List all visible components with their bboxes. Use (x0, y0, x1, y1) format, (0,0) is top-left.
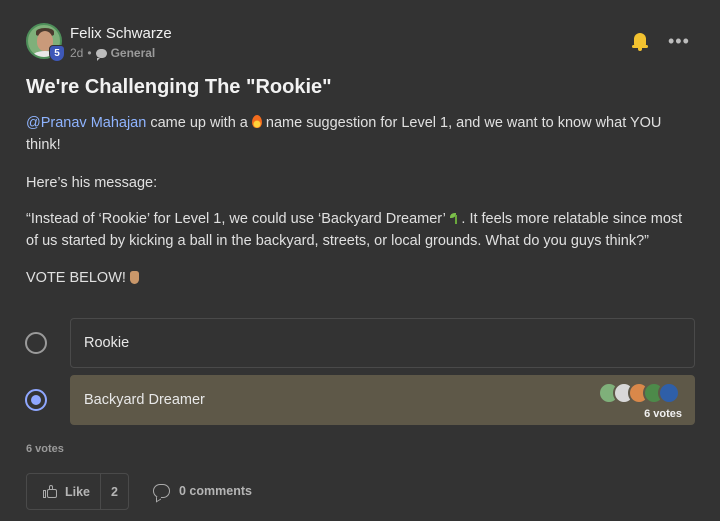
meta-separator: • (87, 46, 92, 60)
pointing-down-emoji (129, 271, 139, 284)
like-label: Like (65, 485, 91, 499)
radio-selected-dot (31, 395, 41, 405)
p4-text: VOTE BELOW! (26, 270, 130, 286)
voter-avatar (658, 382, 680, 404)
post-paragraph-4: VOTE BELOW! (26, 267, 696, 289)
post-paragraph-3: “Instead of ‘Rookie’ for Level 1, we cou… (26, 208, 696, 252)
option-vote-count: 6 votes (644, 408, 682, 420)
chat-icon (95, 48, 107, 61)
poll-option-label: Rookie (84, 335, 130, 351)
p3-text-a: “Instead of ‘Rookie’ for Level 1, we cou… (26, 211, 450, 227)
post-paragraph-2: Here’s his message: (26, 175, 158, 191)
poll-radio-backyard-dreamer[interactable] (25, 389, 47, 411)
comments-button[interactable]: 0 comments (153, 484, 252, 498)
like-button[interactable]: Like (27, 474, 101, 509)
post-category[interactable]: General (111, 46, 156, 60)
like-count[interactable]: 2 (111, 485, 118, 499)
comments-label: 0 comments (179, 484, 252, 498)
poll-radio-rookie[interactable] (25, 332, 47, 354)
mention-link[interactable]: @Pranav Mahajan (26, 115, 146, 131)
fire-emoji (251, 115, 262, 128)
poll-option-label: Backyard Dreamer (84, 392, 205, 408)
post-paragraph-1: @Pranav Mahajan came up with a name sugg… (26, 112, 696, 156)
level-badge: 5 (49, 45, 65, 62)
post-title: We're Challenging The "Rookie" (26, 76, 332, 98)
p1-text-a: came up with a (146, 115, 252, 131)
post-meta: 2d • General (70, 46, 156, 61)
author-avatar[interactable]: 5 (26, 23, 65, 62)
poll-option-rookie[interactable]: Rookie (70, 318, 695, 368)
author-name[interactable]: Felix Schwarze (70, 25, 172, 42)
comment-icon (153, 484, 170, 498)
bell-icon[interactable] (632, 33, 648, 51)
more-icon[interactable]: ••• (668, 31, 690, 52)
sprout-emoji (449, 212, 461, 224)
voter-avatars[interactable] (598, 382, 682, 404)
thumbs-up-icon (43, 485, 57, 498)
post-header: 5 Felix Schwarze 2d • General ••• (26, 23, 694, 63)
like-group: Like 2 (26, 473, 129, 510)
poll-option-backyard-dreamer[interactable]: Backyard Dreamer 6 votes (70, 375, 695, 425)
poll-total-votes: 6 votes (26, 443, 64, 455)
post-time: 2d (70, 46, 84, 60)
